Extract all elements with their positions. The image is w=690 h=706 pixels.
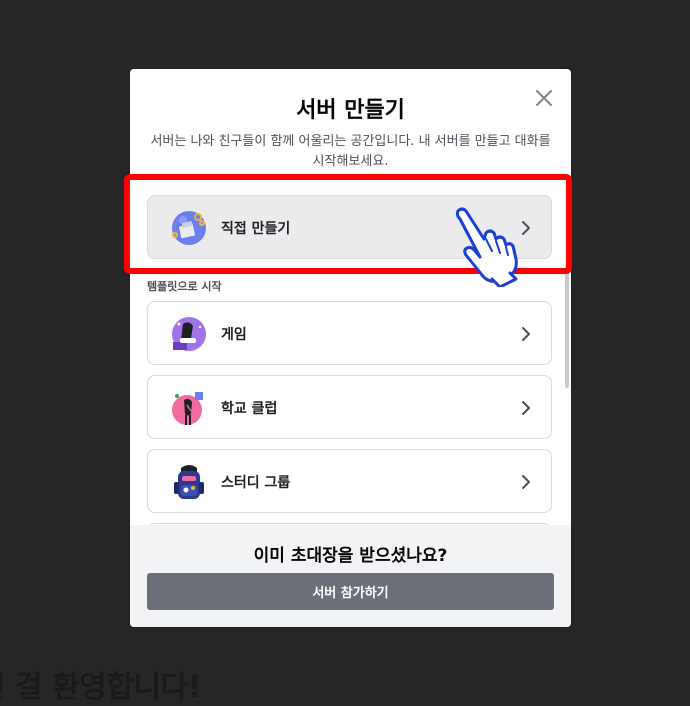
chevron-right-icon [521,474,531,490]
footer-title: 이미 초대장을 받으셨나요? [253,546,448,566]
modal-subtitle: 서버는 나와 친구들이 함께 어울리는 공간입니다. 내 서버를 만들고 대화를… [150,134,551,169]
modal-footer: 이미 초대장을 받으셨나요? 서버 참가하기 [130,525,571,627]
template-school-club-button[interactable]: 학교 클럽 [147,375,552,439]
template-label: 스터디 그룹 [221,475,291,491]
scrollbar-thumb[interactable] [565,265,569,388]
create-my-own-button[interactable]: 직접 만들기 [147,195,552,259]
background-welcome-heading: 인 걸 환영합니다! [0,670,201,705]
create-server-modal: 서버 만들기 서버는 나와 친구들이 함께 어울리는 공간입니다. 내 서버를 … [130,69,571,627]
modal-title: 서버 만들기 [296,98,405,123]
chevron-right-icon [521,400,531,416]
template-study-group-button[interactable]: 스터디 그룹 [147,449,552,513]
join-server-button[interactable]: 서버 참가하기 [147,573,554,610]
study-group-icon [169,462,209,502]
template-gaming-button[interactable]: 게임 [147,301,552,365]
chevron-right-icon [521,220,531,236]
create-my-own-label: 직접 만들기 [221,221,291,237]
chevron-right-icon [521,326,531,342]
template-label: 학교 클럽 [221,401,278,417]
create-own-server-icon [169,208,209,248]
gaming-icon [169,314,209,354]
template-label: 게임 [221,327,247,343]
template-section-label: 템플릿으로 시작 [147,280,222,293]
school-club-icon [169,388,209,428]
